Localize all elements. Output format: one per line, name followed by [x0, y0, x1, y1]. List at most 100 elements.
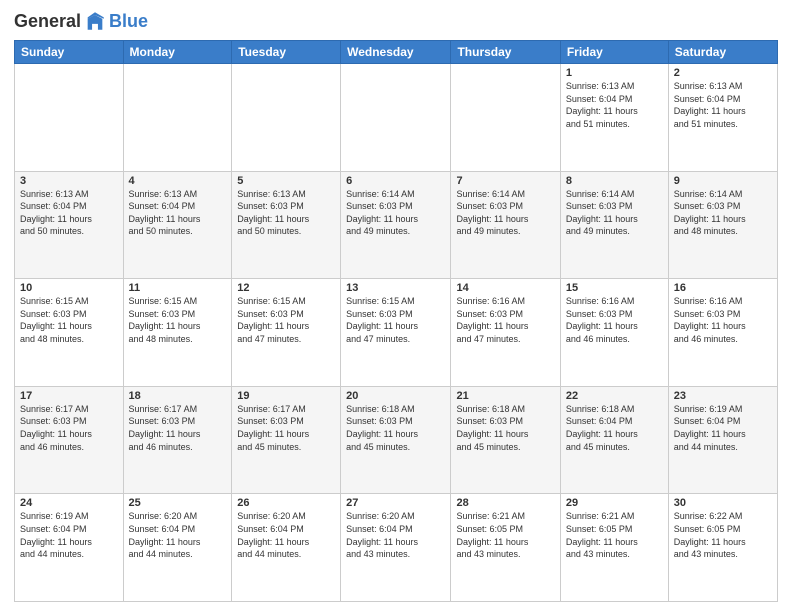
day-number: 6	[346, 175, 445, 187]
day-cell: 14Sunrise: 6:16 AMSunset: 6:03 PMDayligh…	[451, 279, 560, 387]
day-info: Sunrise: 6:18 AMSunset: 6:03 PMDaylight:…	[346, 403, 445, 453]
day-cell: 3Sunrise: 6:13 AMSunset: 6:04 PMDaylight…	[15, 171, 124, 279]
day-info: Sunrise: 6:18 AMSunset: 6:03 PMDaylight:…	[456, 403, 554, 453]
day-info: Sunrise: 6:20 AMSunset: 6:04 PMDaylight:…	[237, 510, 335, 560]
day-info: Sunrise: 6:13 AMSunset: 6:04 PMDaylight:…	[20, 188, 118, 238]
day-info: Sunrise: 6:13 AMSunset: 6:03 PMDaylight:…	[237, 188, 335, 238]
day-info: Sunrise: 6:19 AMSunset: 6:04 PMDaylight:…	[674, 403, 772, 453]
day-cell: 13Sunrise: 6:15 AMSunset: 6:03 PMDayligh…	[341, 279, 451, 387]
col-header-wednesday: Wednesday	[341, 41, 451, 64]
day-cell	[232, 64, 341, 172]
day-cell: 15Sunrise: 6:16 AMSunset: 6:03 PMDayligh…	[560, 279, 668, 387]
page: General Blue SundayMondayTuesdayWednesda…	[0, 0, 792, 612]
day-cell	[341, 64, 451, 172]
calendar: SundayMondayTuesdayWednesdayThursdayFrid…	[14, 40, 778, 602]
day-cell: 1Sunrise: 6:13 AMSunset: 6:04 PMDaylight…	[560, 64, 668, 172]
col-header-friday: Friday	[560, 41, 668, 64]
day-cell: 23Sunrise: 6:19 AMSunset: 6:04 PMDayligh…	[668, 386, 777, 494]
day-number: 22	[566, 390, 663, 402]
day-cell: 28Sunrise: 6:21 AMSunset: 6:05 PMDayligh…	[451, 494, 560, 602]
day-info: Sunrise: 6:15 AMSunset: 6:03 PMDaylight:…	[129, 295, 227, 345]
day-cell: 24Sunrise: 6:19 AMSunset: 6:04 PMDayligh…	[15, 494, 124, 602]
day-cell: 26Sunrise: 6:20 AMSunset: 6:04 PMDayligh…	[232, 494, 341, 602]
day-cell: 12Sunrise: 6:15 AMSunset: 6:03 PMDayligh…	[232, 279, 341, 387]
day-cell	[451, 64, 560, 172]
day-cell: 2Sunrise: 6:13 AMSunset: 6:04 PMDaylight…	[668, 64, 777, 172]
day-cell: 16Sunrise: 6:16 AMSunset: 6:03 PMDayligh…	[668, 279, 777, 387]
day-cell: 30Sunrise: 6:22 AMSunset: 6:05 PMDayligh…	[668, 494, 777, 602]
week-row-4: 17Sunrise: 6:17 AMSunset: 6:03 PMDayligh…	[15, 386, 778, 494]
day-cell: 25Sunrise: 6:20 AMSunset: 6:04 PMDayligh…	[123, 494, 232, 602]
logo: General Blue	[14, 10, 148, 32]
day-info: Sunrise: 6:14 AMSunset: 6:03 PMDaylight:…	[674, 188, 772, 238]
day-number: 29	[566, 497, 663, 509]
day-number: 7	[456, 175, 554, 187]
day-number: 13	[346, 282, 445, 294]
day-info: Sunrise: 6:15 AMSunset: 6:03 PMDaylight:…	[20, 295, 118, 345]
day-number: 20	[346, 390, 445, 402]
day-info: Sunrise: 6:15 AMSunset: 6:03 PMDaylight:…	[237, 295, 335, 345]
week-row-5: 24Sunrise: 6:19 AMSunset: 6:04 PMDayligh…	[15, 494, 778, 602]
col-header-sunday: Sunday	[15, 41, 124, 64]
day-cell: 10Sunrise: 6:15 AMSunset: 6:03 PMDayligh…	[15, 279, 124, 387]
day-cell: 22Sunrise: 6:18 AMSunset: 6:04 PMDayligh…	[560, 386, 668, 494]
day-number: 5	[237, 175, 335, 187]
day-cell: 5Sunrise: 6:13 AMSunset: 6:03 PMDaylight…	[232, 171, 341, 279]
day-info: Sunrise: 6:14 AMSunset: 6:03 PMDaylight:…	[566, 188, 663, 238]
day-number: 9	[674, 175, 772, 187]
day-number: 1	[566, 67, 663, 79]
day-cell: 27Sunrise: 6:20 AMSunset: 6:04 PMDayligh…	[341, 494, 451, 602]
week-row-2: 3Sunrise: 6:13 AMSunset: 6:04 PMDaylight…	[15, 171, 778, 279]
day-info: Sunrise: 6:17 AMSunset: 6:03 PMDaylight:…	[20, 403, 118, 453]
day-cell: 7Sunrise: 6:14 AMSunset: 6:03 PMDaylight…	[451, 171, 560, 279]
day-cell: 19Sunrise: 6:17 AMSunset: 6:03 PMDayligh…	[232, 386, 341, 494]
day-number: 25	[129, 497, 227, 509]
day-number: 18	[129, 390, 227, 402]
week-row-1: 1Sunrise: 6:13 AMSunset: 6:04 PMDaylight…	[15, 64, 778, 172]
day-info: Sunrise: 6:13 AMSunset: 6:04 PMDaylight:…	[566, 80, 663, 130]
day-number: 8	[566, 175, 663, 187]
day-info: Sunrise: 6:21 AMSunset: 6:05 PMDaylight:…	[566, 510, 663, 560]
day-cell: 6Sunrise: 6:14 AMSunset: 6:03 PMDaylight…	[341, 171, 451, 279]
day-number: 10	[20, 282, 118, 294]
day-number: 27	[346, 497, 445, 509]
day-cell: 17Sunrise: 6:17 AMSunset: 6:03 PMDayligh…	[15, 386, 124, 494]
day-number: 12	[237, 282, 335, 294]
header: General Blue	[14, 10, 778, 32]
day-info: Sunrise: 6:14 AMSunset: 6:03 PMDaylight:…	[456, 188, 554, 238]
day-info: Sunrise: 6:17 AMSunset: 6:03 PMDaylight:…	[237, 403, 335, 453]
day-info: Sunrise: 6:14 AMSunset: 6:03 PMDaylight:…	[346, 188, 445, 238]
header-row: SundayMondayTuesdayWednesdayThursdayFrid…	[15, 41, 778, 64]
day-info: Sunrise: 6:15 AMSunset: 6:03 PMDaylight:…	[346, 295, 445, 345]
day-info: Sunrise: 6:13 AMSunset: 6:04 PMDaylight:…	[129, 188, 227, 238]
logo-icon	[84, 10, 106, 32]
day-number: 16	[674, 282, 772, 294]
col-header-thursday: Thursday	[451, 41, 560, 64]
day-number: 15	[566, 282, 663, 294]
day-number: 19	[237, 390, 335, 402]
day-info: Sunrise: 6:19 AMSunset: 6:04 PMDaylight:…	[20, 510, 118, 560]
day-info: Sunrise: 6:21 AMSunset: 6:05 PMDaylight:…	[456, 510, 554, 560]
day-cell: 29Sunrise: 6:21 AMSunset: 6:05 PMDayligh…	[560, 494, 668, 602]
logo-general-text: General	[14, 11, 81, 32]
day-number: 17	[20, 390, 118, 402]
day-number: 30	[674, 497, 772, 509]
day-cell: 9Sunrise: 6:14 AMSunset: 6:03 PMDaylight…	[668, 171, 777, 279]
day-info: Sunrise: 6:18 AMSunset: 6:04 PMDaylight:…	[566, 403, 663, 453]
day-number: 14	[456, 282, 554, 294]
day-number: 2	[674, 67, 772, 79]
day-number: 11	[129, 282, 227, 294]
day-number: 28	[456, 497, 554, 509]
week-row-3: 10Sunrise: 6:15 AMSunset: 6:03 PMDayligh…	[15, 279, 778, 387]
day-number: 3	[20, 175, 118, 187]
day-cell: 8Sunrise: 6:14 AMSunset: 6:03 PMDaylight…	[560, 171, 668, 279]
col-header-saturday: Saturday	[668, 41, 777, 64]
day-cell: 11Sunrise: 6:15 AMSunset: 6:03 PMDayligh…	[123, 279, 232, 387]
logo-blue-text: Blue	[109, 11, 148, 32]
day-info: Sunrise: 6:13 AMSunset: 6:04 PMDaylight:…	[674, 80, 772, 130]
day-cell	[123, 64, 232, 172]
day-info: Sunrise: 6:16 AMSunset: 6:03 PMDaylight:…	[674, 295, 772, 345]
day-cell: 4Sunrise: 6:13 AMSunset: 6:04 PMDaylight…	[123, 171, 232, 279]
day-number: 26	[237, 497, 335, 509]
day-info: Sunrise: 6:22 AMSunset: 6:05 PMDaylight:…	[674, 510, 772, 560]
